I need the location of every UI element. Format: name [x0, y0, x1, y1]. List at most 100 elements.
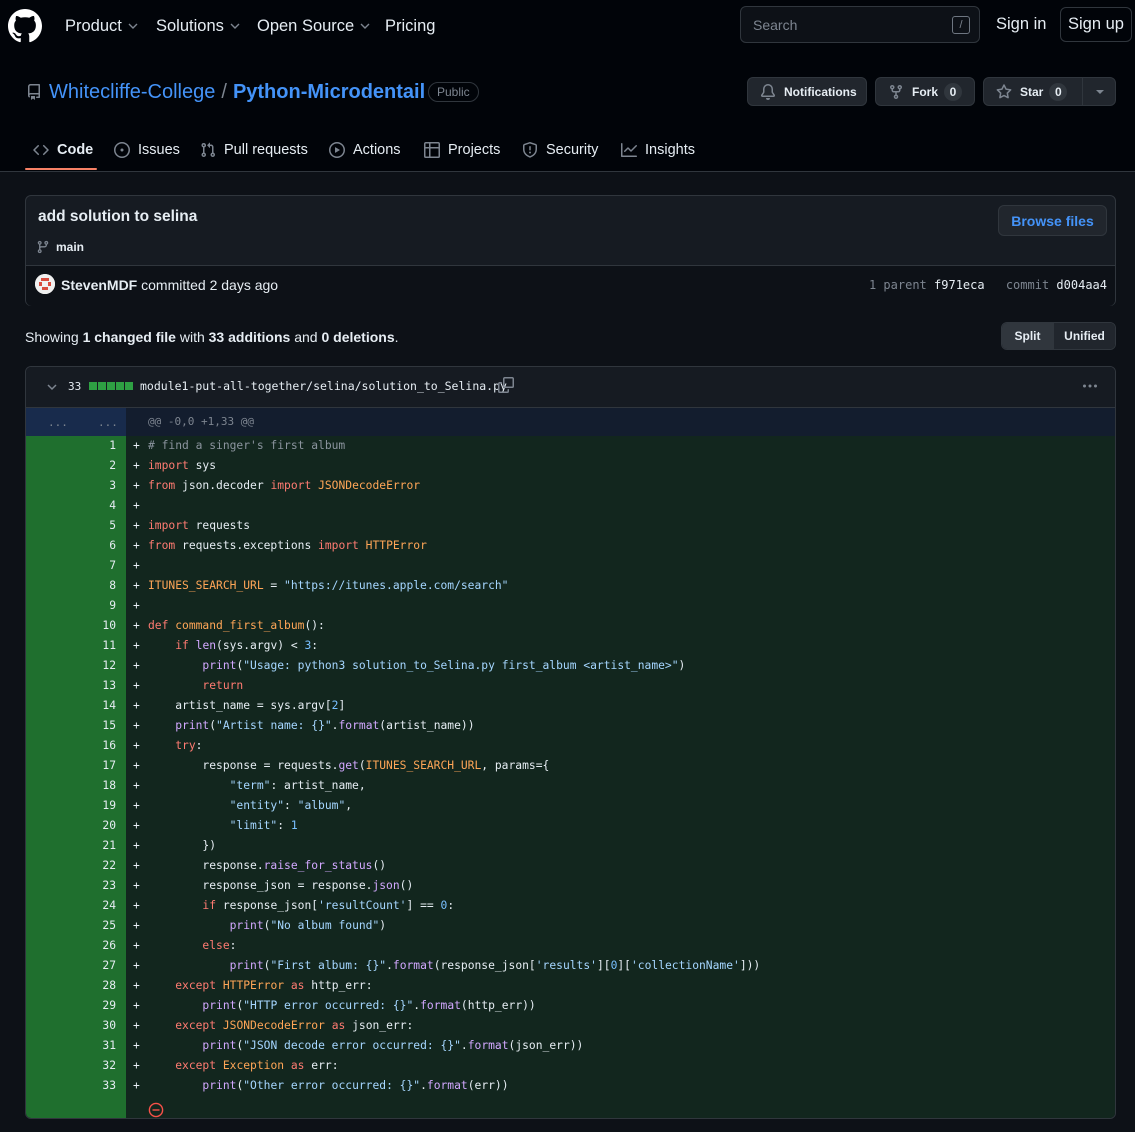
hunk-expand-gutter[interactable]: ... ...	[26, 408, 126, 436]
summary-with: with	[179, 329, 205, 345]
tab-code[interactable]: Code	[33, 130, 93, 170]
github-logo-icon[interactable]	[8, 9, 42, 43]
line-number[interactable]: 3	[26, 476, 116, 496]
file-path-link[interactable]: module1-put-all-together/selina/solution…	[140, 379, 507, 393]
line-number[interactable]: 2	[26, 456, 116, 476]
line-number[interactable]: 9	[26, 596, 116, 616]
line-number[interactable]: 31	[26, 1036, 116, 1056]
file-diff-header: 33 module1-put-all-together/selina/solut…	[26, 367, 1115, 408]
line-number[interactable]: 5	[26, 516, 116, 536]
code-text: response.raise_for_status()	[148, 859, 387, 872]
nav-pricing[interactable]: Pricing	[385, 15, 435, 37]
nav-open-source[interactable]: Open Source	[257, 15, 370, 37]
code-text: "term": artist_name,	[229, 779, 366, 792]
line-number[interactable]: 26	[26, 936, 116, 956]
kebab-horizontal-icon[interactable]	[1082, 378, 1098, 394]
diff-line: 5 + import requests	[26, 516, 1115, 536]
line-number[interactable]: 24	[26, 896, 116, 916]
line-number[interactable]: 4	[26, 496, 116, 516]
addition-marker: +	[133, 719, 140, 732]
line-number[interactable]: 22	[26, 856, 116, 876]
line-number[interactable]: 21	[26, 836, 116, 856]
line-number[interactable]: 30	[26, 1016, 116, 1036]
search-input[interactable]: Search /	[740, 6, 980, 43]
fork-button[interactable]: Fork 0	[875, 77, 975, 106]
notifications-button[interactable]: Notifications	[747, 77, 867, 106]
line-number[interactable]: 18	[26, 776, 116, 796]
sign-up-button[interactable]: Sign up	[1060, 7, 1132, 42]
top-navigation: Product Solutions Open Source Pricing Se…	[0, 0, 1135, 60]
diff-line: 3 + from json.decoder import JSONDecodeErr…	[26, 476, 1115, 496]
line-number[interactable]: 28	[26, 976, 116, 996]
commit-sha: d004aa4	[1056, 278, 1107, 292]
tab-issues[interactable]: Issues	[114, 130, 180, 170]
diff-line: 20 + "limit": 1	[26, 816, 1115, 836]
tab-security[interactable]: Security	[522, 130, 598, 170]
code-text: from requests.exceptions import HTTPErro…	[148, 539, 427, 552]
line-number[interactable]: 16	[26, 736, 116, 756]
branch-indicator[interactable]: main	[36, 240, 84, 254]
line-number[interactable]: 33	[26, 1076, 116, 1096]
copy-icon[interactable]	[498, 377, 514, 393]
star-button[interactable]: Star 0	[983, 77, 1116, 106]
star-label: Star	[1020, 84, 1044, 99]
nav-solutions-label: Solutions	[156, 16, 224, 35]
diffstat-block	[89, 382, 97, 390]
addition-marker: +	[133, 899, 140, 912]
avatar[interactable]	[35, 274, 55, 294]
addition-marker: +	[133, 819, 140, 832]
star-dropdown[interactable]	[1082, 78, 1116, 105]
unified-view-button[interactable]: Unified	[1054, 323, 1115, 349]
line-number[interactable]: 20	[26, 816, 116, 836]
commit-details: add solution to selina main Browse files…	[25, 195, 1116, 306]
line-number[interactable]: 12	[26, 656, 116, 676]
repo-name-link[interactable]: Python-Microdentail	[233, 81, 425, 104]
tab-security-label: Security	[546, 142, 599, 158]
tab-projects[interactable]: Projects	[424, 130, 500, 170]
author-link[interactable]: StevenMDF	[61, 277, 137, 293]
line-number[interactable]: 14	[26, 696, 116, 716]
tab-actions[interactable]: Actions	[329, 130, 401, 170]
line-number[interactable]: 17	[26, 756, 116, 776]
chevron-down-icon	[128, 23, 138, 29]
line-number[interactable]: 15	[26, 716, 116, 736]
line-number[interactable]: 27	[26, 956, 116, 976]
line-number[interactable]: 13	[26, 676, 116, 696]
nav-product[interactable]: Product	[65, 15, 138, 37]
line-number[interactable]: 25	[26, 916, 116, 936]
browse-files-label: Browse files	[1011, 212, 1094, 229]
chevron-down-icon[interactable]	[46, 381, 58, 393]
addition-marker: +	[133, 939, 140, 952]
parent-label: 1 parent	[868, 278, 927, 292]
line-number[interactable]: 1	[26, 436, 116, 456]
diff-line: 10 + def command_first_album():	[26, 616, 1115, 636]
parent-sha-link[interactable]: f971eca	[934, 278, 985, 292]
code-text: response = requests.get(ITUNES_SEARCH_UR…	[148, 759, 550, 772]
line-number[interactable]: 7	[26, 556, 116, 576]
repo-tabs: Code Issues Pull requests Actions Projec…	[0, 130, 1135, 171]
diff-line: 14 + artist_name = sys.argv[2]	[26, 696, 1115, 716]
diff-line: 26 + else:	[26, 936, 1115, 956]
summary-changed-files[interactable]: 1 changed file	[83, 329, 176, 345]
line-number[interactable]: 29	[26, 996, 116, 1016]
addition-marker: +	[133, 559, 140, 572]
sign-in-link[interactable]: Sign in	[996, 15, 1046, 34]
nav-solutions[interactable]: Solutions	[156, 15, 240, 37]
line-number[interactable]: 11	[26, 636, 116, 656]
line-number[interactable]: 23	[26, 876, 116, 896]
shield-icon	[523, 142, 537, 158]
tab-insights[interactable]: Insights	[621, 130, 695, 170]
line-number[interactable]: 6	[26, 536, 116, 556]
diff-line: 32 + except Exception as err:	[26, 1056, 1115, 1076]
line-number[interactable]: 8	[26, 576, 116, 596]
split-view-button[interactable]: Split	[1002, 323, 1054, 349]
line-number[interactable]: 32	[26, 1056, 116, 1076]
code-text: print("Usage: python3 solution_to_Selina…	[202, 659, 686, 672]
code-text: })	[148, 839, 217, 852]
tab-pull-requests[interactable]: Pull requests	[200, 130, 308, 170]
addition-marker: +	[133, 439, 140, 452]
browse-files-button[interactable]: Browse files	[998, 205, 1107, 236]
line-number[interactable]: 19	[26, 796, 116, 816]
repo-owner-link[interactable]: Whitecliffe-College	[49, 81, 215, 104]
line-number[interactable]: 10	[26, 616, 116, 636]
